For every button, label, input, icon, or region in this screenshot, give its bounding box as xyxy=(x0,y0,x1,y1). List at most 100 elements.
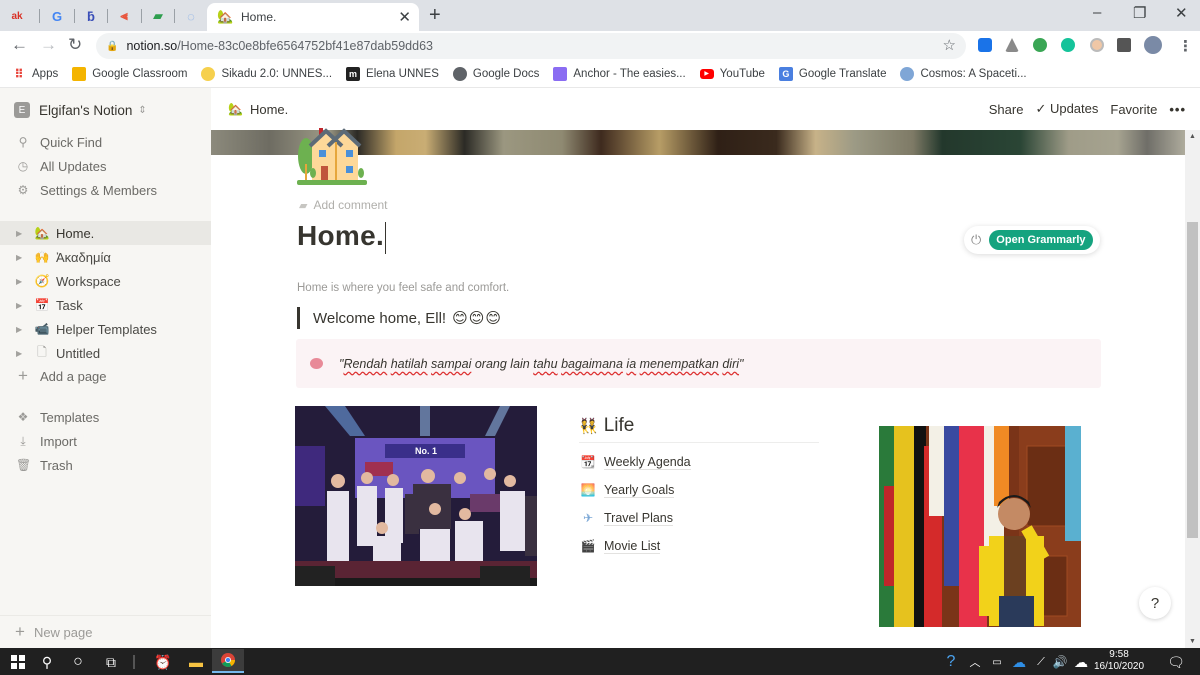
more-options-icon[interactable]: ••• xyxy=(1169,102,1186,117)
sidebar-item-import[interactable]: ⤓ Import xyxy=(0,429,211,453)
open-grammarly-button[interactable]: Open Grammarly xyxy=(989,230,1093,250)
volume-icon[interactable]: 🔊 xyxy=(1052,651,1068,673)
sidebar-page-workspace[interactable]: ▶ 🧭 Workspace xyxy=(0,269,211,293)
power-icon[interactable]: ⏻ xyxy=(971,232,981,248)
expand-triangle-icon[interactable]: ▶ xyxy=(16,325,26,334)
bookmark-google-classroom[interactable]: Google Classroom xyxy=(72,66,187,81)
restore-button[interactable]: ❐ xyxy=(1133,4,1146,22)
file-explorer-icon[interactable]: ▬ xyxy=(186,651,206,673)
bookmark-youtube[interactable]: ▶ YouTube xyxy=(699,68,765,80)
windows-start-icon[interactable] xyxy=(6,651,30,673)
lock-icon: 🔒 xyxy=(106,40,119,52)
link-weekly-agenda[interactable]: 📆 Weekly Agenda xyxy=(580,451,691,473)
browser-menu-icon[interactable]: ⋮ xyxy=(1178,37,1193,55)
window-close-button[interactable]: ✕ xyxy=(1175,4,1188,22)
add-comment-button[interactable]: ▰ Add comment xyxy=(299,198,388,212)
expand-triangle-icon[interactable]: ▶ xyxy=(16,301,26,310)
expand-triangle-icon[interactable]: ▶ xyxy=(16,253,26,262)
extension-globe-icon[interactable] xyxy=(1033,38,1047,52)
sidebar-item-settings[interactable]: ⚙ Settings & Members xyxy=(0,178,211,202)
sidebar-item-trash[interactable]: 🗑 Trash xyxy=(0,453,211,477)
link-yearly-goals[interactable]: 🌅 Yearly Goals xyxy=(580,479,675,501)
bookmark-google-translate[interactable]: G Google Translate xyxy=(778,66,886,81)
profile-avatar[interactable] xyxy=(1144,36,1162,54)
battery-icon[interactable]: ▭ xyxy=(990,651,1004,673)
close-tab-icon[interactable]: ✕ xyxy=(398,8,411,26)
add-page-button[interactable]: + Add a page xyxy=(0,364,211,388)
breadcrumb[interactable]: 🏡 Home. xyxy=(228,102,288,117)
active-tab[interactable]: 🏡 Home. ✕ xyxy=(207,3,419,31)
pinned-tab-b[interactable]: ƃ xyxy=(80,6,102,26)
bookmark-sikadu[interactable]: Sikadu 2.0: UNNES... xyxy=(201,66,332,81)
cortana-icon[interactable]: ○ xyxy=(68,651,88,673)
updates-button[interactable]: ✓ Updates xyxy=(1035,101,1098,117)
reload-icon[interactable]: ↻ xyxy=(68,35,82,55)
life-heading[interactable]: 👯 Life xyxy=(579,410,819,443)
sidebar-page-home[interactable]: ▶ 🏡 Home. xyxy=(0,221,211,245)
callout-word: orang xyxy=(474,356,507,371)
bookmark-elena[interactable]: m Elena UNNES xyxy=(346,66,439,81)
sidebar-item-all-updates[interactable]: ◷ All Updates xyxy=(0,154,211,178)
help-tray-icon[interactable]: ? xyxy=(941,651,961,673)
portrait-photo[interactable] xyxy=(879,426,1081,627)
sidebar-page-akademia[interactable]: ▶ 🙌 Ἀκαδημία xyxy=(0,245,211,269)
pinned-tab-blue[interactable]: ◌ xyxy=(180,6,202,26)
search-icon[interactable]: ⚲ xyxy=(37,651,57,673)
bookmark-star-icon[interactable]: ☆ xyxy=(943,36,956,54)
bookmark-apps[interactable]: ⠿ Apps xyxy=(12,67,58,81)
expand-triangle-icon[interactable]: ▶ xyxy=(16,277,26,286)
callout-block[interactable]: "Rendah hatilah sampai orang lain tahu b… xyxy=(296,339,1101,388)
pinned-tab-green[interactable]: ▰ xyxy=(147,6,169,26)
sidebar-page-untitled[interactable]: ▶ 🗋 Untitled xyxy=(0,341,211,365)
sidebar-page-helper-templates[interactable]: ▶ 📹 Helper Templates xyxy=(0,317,211,341)
pinned-tab-red[interactable]: ⫷ xyxy=(113,6,135,26)
expand-triangle-icon[interactable]: ▶ xyxy=(16,229,26,238)
show-hidden-icons-chevron[interactable]: ︿ xyxy=(968,651,982,673)
bookmark-cosmos[interactable]: Cosmos: A Spaceti... xyxy=(900,66,1027,81)
minimize-button[interactable]: – xyxy=(1093,4,1101,21)
house-with-garden-icon[interactable] xyxy=(297,128,369,186)
page-scrollbar[interactable]: ▲ ▼ xyxy=(1185,130,1200,648)
new-tab-button[interactable]: + xyxy=(429,4,441,27)
link-travel-plans[interactable]: ✈ Travel Plans xyxy=(580,507,674,529)
task-view-icon[interactable]: ⧉ xyxy=(101,651,121,673)
chrome-taskbar-icon[interactable] xyxy=(212,649,244,673)
link-movie-list[interactable]: 🎬 Movie List xyxy=(580,535,661,557)
drive-icon[interactable] xyxy=(1005,38,1019,52)
page-subtitle[interactable]: Home is where you feel safe and comfort. xyxy=(297,282,509,294)
sidebar-page-task[interactable]: ▶ 📅 Task xyxy=(0,293,211,317)
ak-icon: ak xyxy=(11,10,23,22)
scroll-up-arrow-icon[interactable]: ▲ xyxy=(1189,133,1196,140)
onedrive-cloud-icon[interactable]: ☁ xyxy=(1011,651,1027,673)
back-arrow-icon[interactable]: ← xyxy=(11,35,28,55)
grammarly-extension-icon[interactable] xyxy=(1061,38,1075,52)
expand-triangle-icon[interactable]: ▶ xyxy=(16,349,26,358)
b-app-icon: ƃ xyxy=(87,8,95,24)
pinned-tab-ak[interactable]: ak xyxy=(6,6,28,26)
sidebar-item-templates[interactable]: ❖ Templates xyxy=(0,405,211,429)
extensions-puzzle-icon[interactable] xyxy=(1117,38,1131,52)
extension-capsule-icon[interactable] xyxy=(1090,38,1104,52)
favorite-button[interactable]: Favorite xyxy=(1110,102,1157,117)
scroll-down-arrow-icon[interactable]: ▼ xyxy=(1189,638,1196,645)
alarm-clock-icon[interactable]: ⏰ xyxy=(153,651,173,673)
bookmark-anchor[interactable]: Anchor - The easies... xyxy=(553,66,686,81)
help-button[interactable]: ? xyxy=(1139,587,1171,619)
pinned-tab-google[interactable]: G xyxy=(46,6,68,26)
bookmark-google-docs[interactable]: Google Docs xyxy=(452,66,539,81)
workspace-switcher[interactable]: E Elgifan's Notion ⇕ xyxy=(14,102,147,118)
sidebar-item-quick-find[interactable]: ⚲ Quick Find xyxy=(0,130,211,154)
group-stage-photo[interactable]: No. 1 xyxy=(295,406,537,586)
cloud-upload-icon[interactable]: ☁ xyxy=(1073,651,1089,673)
share-button[interactable]: Share xyxy=(989,102,1024,117)
forward-arrow-icon[interactable]: → xyxy=(40,35,57,55)
extension-calendar-icon[interactable] xyxy=(978,38,992,52)
page-title[interactable]: Home. xyxy=(297,220,387,254)
address-bar[interactable]: 🔒 notion.so/Home-83c0e8bfe6564752bf41e87… xyxy=(96,33,966,59)
scrollbar-thumb[interactable] xyxy=(1187,222,1198,538)
wifi-icon[interactable]: ⟋ xyxy=(1034,651,1048,673)
action-center-icon[interactable]: 🗨 xyxy=(1166,651,1186,673)
new-page-button[interactable]: + New page xyxy=(0,615,211,648)
quote-block[interactable]: Welcome home, Ell! 😊😊😊 xyxy=(297,307,502,329)
system-clock[interactable]: 9:58 16/10/2020 xyxy=(1094,649,1144,673)
